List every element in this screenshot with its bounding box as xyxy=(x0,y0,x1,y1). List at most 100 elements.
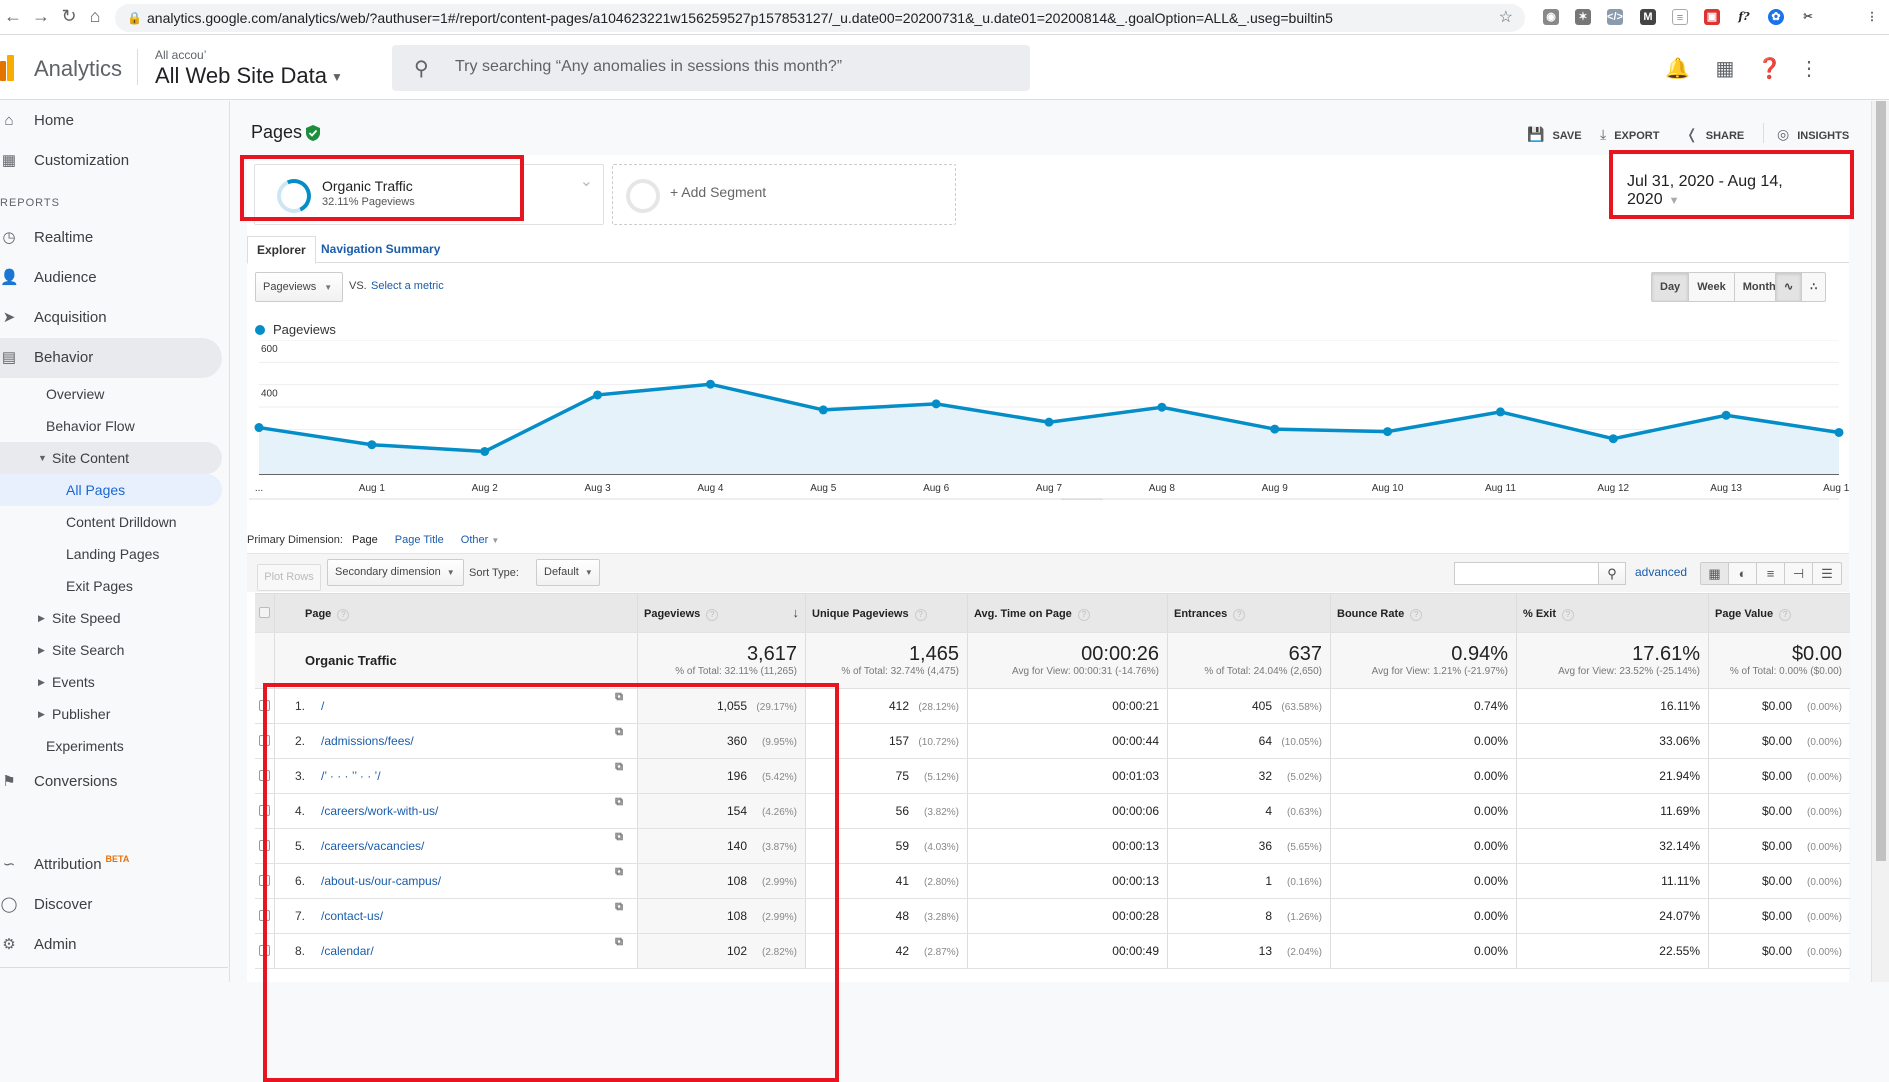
column-header-page-value[interactable]: Page Value? xyxy=(1709,594,1850,632)
column-header-entrances[interactable]: Entrances? xyxy=(1168,594,1331,632)
select-all-checkbox[interactable] xyxy=(259,607,270,618)
insights-button[interactable]: ◎ INSIGHTS xyxy=(1777,126,1849,143)
scrollbar-thumb[interactable] xyxy=(1876,101,1886,861)
comparison-icon[interactable]: ⊣ xyxy=(1785,563,1813,584)
camera-extension-icon[interactable]: ◉ xyxy=(1543,9,1559,25)
help-icon[interactable]: ❓ xyxy=(1757,56,1782,81)
sidebar-item-audience[interactable]: 👤 Audience xyxy=(0,258,222,298)
sidebar-item-admin[interactable]: ⚙ Admin xyxy=(0,925,222,965)
sort-type-dropdown[interactable]: Default ▼ xyxy=(536,559,600,586)
metric-dropdown[interactable]: Pageviews ▼ xyxy=(255,272,343,302)
back-icon[interactable]: ← xyxy=(2,6,24,27)
select-metric-link[interactable]: Select a metric xyxy=(371,280,444,292)
table-filter-input[interactable] xyxy=(1454,562,1599,585)
sidebar-item-publisher[interactable]: ▶ Publisher xyxy=(0,698,222,730)
sidebar-item-behavior-flow[interactable]: Behavior Flow xyxy=(0,410,222,442)
sidebar-item-home[interactable]: ⌂ Home xyxy=(0,101,222,141)
pie-chart-icon[interactable]: ◐ xyxy=(1729,563,1757,584)
column-header-exit[interactable]: % Exit? xyxy=(1517,594,1709,632)
column-header-avg-time[interactable]: Avg. Time on Page? xyxy=(968,594,1168,632)
column-header-page[interactable]: Page? xyxy=(275,594,638,632)
tab-navigation-summary[interactable]: Navigation Summary xyxy=(312,236,449,264)
performance-bars-icon[interactable]: ≡ xyxy=(1757,563,1785,584)
share-button[interactable]: ❬ SHARE xyxy=(1686,126,1744,143)
forward-icon[interactable]: → xyxy=(30,6,52,27)
account-breadcrumb[interactable]: All accou’ xyxy=(155,48,206,62)
help-icon[interactable]: ? xyxy=(706,609,719,621)
hubspot-extension-icon[interactable]: ✶ xyxy=(1575,9,1591,25)
code-extension-icon[interactable]: </> xyxy=(1607,9,1623,25)
address-bar[interactable]: 🔒 analytics.google.com/analytics/web/?au… xyxy=(115,4,1525,32)
search-input[interactable]: ⚲ Try searching “Any anomalies in sessio… xyxy=(392,45,1030,91)
table-view-toggle: ▦ ◐ ≡ ⊣ ☰ xyxy=(1700,562,1842,585)
column-header-pageviews[interactable]: Pageviews? ↓ xyxy=(638,594,806,632)
sidebar-item-behavior[interactable]: ▤ Behavior xyxy=(0,338,222,378)
tab-explorer[interactable]: Explorer xyxy=(247,236,316,264)
home-icon[interactable]: ⌂ xyxy=(84,6,106,27)
sidebar-item-all-pages[interactable]: All Pages xyxy=(0,474,222,506)
save-button[interactable]: 💾 SAVE xyxy=(1527,126,1582,143)
sidebar-item-site-content[interactable]: ▼ Site Content xyxy=(0,442,222,474)
help-icon[interactable]: ? xyxy=(1410,609,1423,621)
notifications-bell-icon[interactable]: 🔔 xyxy=(1665,56,1690,81)
sidebar-item-overview[interactable]: Overview xyxy=(0,378,222,410)
help-icon[interactable]: ? xyxy=(1077,609,1090,621)
term-cloud-icon[interactable]: ☰ xyxy=(1813,563,1841,584)
line-chart-icon[interactable]: ∿ xyxy=(1776,273,1803,301)
caret-down-icon: ▼ xyxy=(584,568,593,577)
action-divider xyxy=(1763,123,1764,143)
sidebar-item-attribution[interactable]: ∽ Attribution BETA xyxy=(0,845,222,885)
chevron-down-icon[interactable]: ⌄ xyxy=(580,171,593,191)
sidebar-item-discover[interactable]: ◯ Discover xyxy=(0,885,222,925)
advanced-filter-link[interactable]: advanced xyxy=(1635,565,1687,579)
column-header-bounce-rate[interactable]: Bounce Rate? xyxy=(1331,594,1517,632)
sidebar-item-realtime[interactable]: ◷ Realtime xyxy=(0,218,222,258)
sidebar-item-exit-pages[interactable]: Exit Pages xyxy=(0,570,222,602)
help-icon[interactable]: ? xyxy=(1779,609,1792,621)
bounce-rate-cell: 0.00% xyxy=(1331,829,1517,863)
view-selector[interactable]: All Web Site Data ▼ xyxy=(155,63,343,89)
legend-dot-icon xyxy=(255,324,265,335)
help-icon[interactable]: ? xyxy=(1562,609,1575,621)
chart-resize-handle[interactable] xyxy=(1061,498,1103,500)
granularity-week[interactable]: Week xyxy=(1689,273,1735,301)
sidebar-item-conversions[interactable]: ⚑ Conversions xyxy=(0,762,222,802)
export-button[interactable]: ⤓ EXPORT xyxy=(1600,126,1659,143)
sidebar-item-content-drilldown[interactable]: Content Drilldown xyxy=(0,506,222,538)
fonts-extension-icon[interactable]: f? xyxy=(1736,9,1752,25)
bounce-rate-value: 0.00% xyxy=(1473,944,1508,958)
primary-dimension-page[interactable]: Page xyxy=(352,534,378,546)
plot-rows-button[interactable]: Plot Rows xyxy=(257,564,321,591)
sidebar-item-experiments[interactable]: Experiments xyxy=(0,730,222,762)
tag-extension-icon[interactable]: ▣ xyxy=(1704,9,1720,25)
granularity-day[interactable]: Day xyxy=(1652,273,1690,301)
motion-chart-icon[interactable]: ∴ xyxy=(1802,273,1825,301)
more-vert-icon[interactable]: ⋮ xyxy=(1797,56,1821,81)
sidebar-item-customization[interactable]: ▦ Customization xyxy=(0,141,222,181)
help-icon[interactable]: ? xyxy=(914,609,927,621)
bookmark-star-icon[interactable]: ☆ xyxy=(1499,4,1513,32)
tools-extension-icon[interactable]: ✂ xyxy=(1800,9,1816,25)
sidebar-item-site-speed[interactable]: ▶ Site Speed xyxy=(0,602,222,634)
sidebar-item-site-search[interactable]: ▶ Site Search xyxy=(0,634,222,666)
add-segment-button[interactable]: + Add Segment xyxy=(612,164,956,225)
sidebar-item-acquisition[interactable]: ➤ Acquisition xyxy=(0,298,222,338)
data-table-icon[interactable]: ▦ xyxy=(1701,563,1729,584)
help-icon[interactable]: ? xyxy=(1233,609,1246,621)
m-extension-icon[interactable]: M xyxy=(1640,9,1656,25)
search-icon[interactable]: ⚲ xyxy=(1598,562,1626,585)
doc-extension-icon[interactable]: ≡ xyxy=(1672,9,1688,25)
analytics-logo-icon[interactable] xyxy=(0,55,14,81)
reload-icon[interactable]: ↻ xyxy=(58,6,80,27)
color-extension-icon[interactable]: ✿ xyxy=(1768,9,1784,25)
chrome-menu-icon[interactable]: ⋮ xyxy=(1864,9,1880,25)
apps-grid-icon[interactable]: ▦ xyxy=(1713,56,1737,81)
exit-rate-value: 11.69% xyxy=(1660,804,1700,818)
help-icon[interactable]: ? xyxy=(337,609,350,621)
primary-dimension-other[interactable]: Other ▼ xyxy=(461,534,500,546)
column-header-unique-pageviews[interactable]: Unique Pageviews? xyxy=(806,594,968,632)
sidebar-item-events[interactable]: ▶ Events xyxy=(0,666,222,698)
primary-dimension-page-title[interactable]: Page Title xyxy=(395,534,444,546)
sidebar-item-landing-pages[interactable]: Landing Pages xyxy=(0,538,222,570)
secondary-dimension-dropdown[interactable]: Secondary dimension ▼ xyxy=(327,559,464,586)
